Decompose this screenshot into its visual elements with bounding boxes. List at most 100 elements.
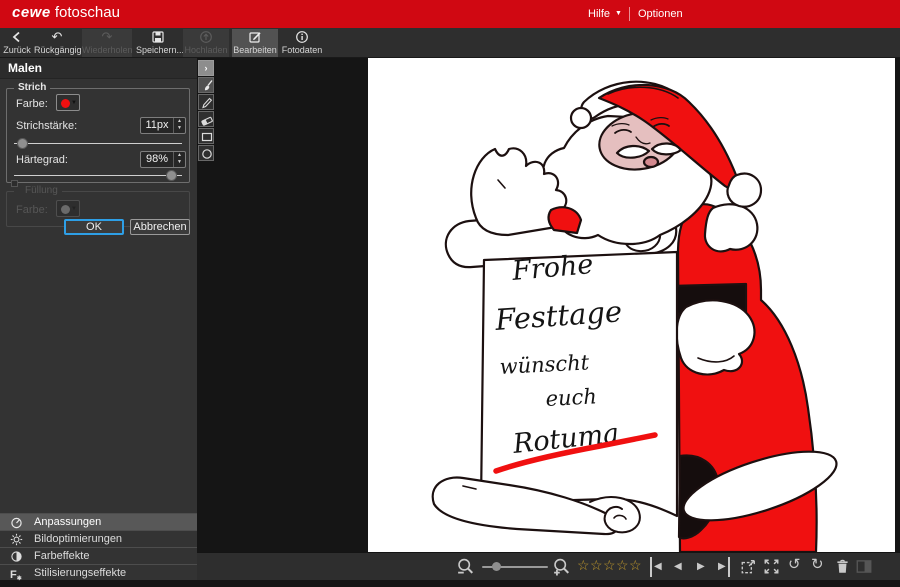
redo-icon: ↷ [82,30,132,45]
stroke-width-spinner[interactable]: 11px ▲▼ [140,117,186,134]
status-bar: ☆ ☆ ☆ ☆ ☆ ◀ ◀ ▶ ▶ ↺ ↻ [197,552,900,580]
menu-divider [629,7,630,21]
rating-star-5[interactable]: ☆ [629,557,642,574]
delete-button[interactable] [834,558,851,580]
stylize-fx-icon: F✱ [10,567,23,580]
rating-star-4[interactable]: ☆ [616,557,629,574]
app-logo: cewe fotoschau [12,4,120,21]
chevron-down-icon: ▼ [71,206,77,212]
next-image-button[interactable]: ▶ [697,557,705,577]
main-toolbar: Zurück ↶Rückgängig ↷Wiederholen Speicher… [0,28,900,58]
slider-track [14,143,182,144]
fullscreen-icon [763,558,780,575]
undo-icon: ↶ [34,30,80,45]
brand-fotoschau: fotoschau [51,4,120,21]
scroll-text-line: wünscht [499,350,590,379]
fill-checkbox [11,180,18,187]
color-dot [61,99,70,108]
rotate-left-button[interactable]: ↺ [788,555,801,575]
compare-view-icon [855,558,873,575]
paint-panel: Malen Strich Farbe: ▼ Strichstärke: 11px… [0,58,197,580]
brightness-icon [10,533,23,546]
dial-icon [10,516,23,529]
collapse-panel-button[interactable]: › [198,60,214,76]
pencil-icon [200,96,214,110]
chevron-down-icon: ▼ [615,10,622,17]
rating-star-2[interactable]: ☆ [590,557,603,574]
trash-icon [834,558,851,575]
last-image-button[interactable]: ▶ [718,557,730,577]
help-menu[interactable]: Hilfe▼ [588,0,622,28]
photodata-button[interactable]: Fotodaten [281,29,323,57]
fill-group-legend: Füllung [14,185,62,196]
save-button[interactable]: Speichern... [136,29,180,57]
redo-button: ↷Wiederholen [82,29,132,57]
rating-star-1[interactable]: ☆ [577,557,590,574]
chevron-left-icon [2,30,32,45]
rectangle-tool[interactable] [198,128,214,144]
color-half-circle-icon [10,550,23,563]
section-farbeffekte[interactable]: Farbeffekte [0,547,197,564]
stroke-width-slider[interactable] [14,138,182,150]
compare-view-button [855,558,873,580]
ok-button[interactable]: OK [64,219,124,235]
hardness-spinner[interactable]: 98% ▲▼ [140,151,186,168]
fullscreen-button[interactable] [763,558,780,580]
stroke-width-label: Strichstärke: [16,120,77,132]
zoom-out-button[interactable] [457,558,475,581]
previous-image-button[interactable]: ◀ [674,557,682,577]
ellipse-tool[interactable] [198,145,214,161]
pencil-tool[interactable] [198,94,214,110]
brush-tool[interactable] [198,77,214,93]
first-image-button[interactable]: ◀ [650,557,662,577]
spinner-arrows[interactable]: ▲▼ [173,118,185,133]
magnifier-minus-icon [457,558,475,576]
stroke-color-label: Farbe: [16,98,48,110]
edit-button[interactable]: Bearbeiten [232,29,278,57]
floppy-disk-icon [136,30,180,45]
spinner-arrows[interactable]: ▲▼ [173,152,185,167]
hardness-slider[interactable] [14,170,182,182]
stroke-color-swatch[interactable]: ▼ [56,94,80,111]
rotate-right-button[interactable]: ↻ [811,555,824,575]
photo-canvas[interactable]: Frohe Festtage wünscht euch Rotuma [368,58,895,552]
rating-star-3[interactable]: ☆ [603,557,616,574]
upload-button: Hochladen [183,29,229,57]
stroke-group-legend: Strich [14,82,50,93]
chevron-down-icon: ▼ [71,100,77,106]
magnifier-plus-icon [553,558,571,576]
panel-title: Malen [0,58,197,79]
fit-image-icon [740,558,757,575]
section-anpassungen[interactable]: Anpassungen [0,513,197,530]
ellipse-icon [200,147,214,161]
eraser-icon [200,113,214,127]
eraser-tool[interactable] [198,111,214,127]
back-button[interactable]: Zurück [2,29,32,57]
cancel-button[interactable]: Abbrechen [130,219,190,235]
slider-thumb[interactable] [166,170,177,181]
canvas-area: Frohe Festtage wünscht euch Rotuma [215,58,900,552]
fill-color-label: Farbe: [16,204,48,216]
fill-color-swatch: ▼ [56,200,80,217]
undo-button[interactable]: ↶Rückgängig [34,29,80,57]
fit-image-button[interactable] [740,558,757,580]
options-menu[interactable]: Optionen [638,0,683,28]
brand-cewe: cewe [12,4,51,21]
section-stilisierungseffekte[interactable]: F✱ Stilisierungseffekte [0,564,197,580]
brush-icon [200,79,214,93]
zoom-slider[interactable] [482,562,548,572]
drawing-tool-strip: › [198,60,215,162]
upload-icon [183,30,229,45]
rectangle-icon [200,130,214,144]
edit-icon [232,30,278,45]
title-bar: cewe fotoschau Hilfe▼ Optionen [0,0,900,28]
slider-thumb[interactable] [17,138,28,149]
info-icon [281,30,323,45]
santa-illustration: Frohe Festtage wünscht euch Rotuma [368,58,895,552]
section-bildoptimierungen[interactable]: Bildoptimierungen [0,530,197,547]
scroll-text-line: euch [545,384,597,411]
slider-track [14,175,182,176]
hardness-label: Härtegrad: [16,154,68,166]
zoom-in-button[interactable] [553,558,571,581]
slider-thumb[interactable] [492,562,501,571]
